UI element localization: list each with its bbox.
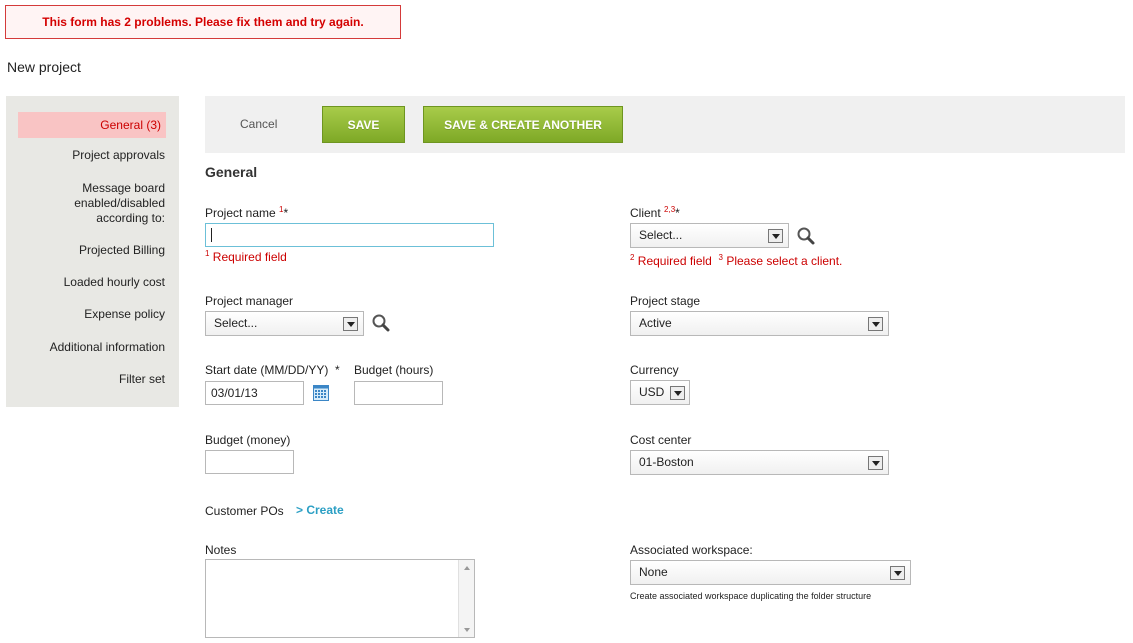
notes-textarea[interactable]: [205, 559, 475, 638]
budget-hours-input[interactable]: [354, 381, 443, 405]
project-manager-search-icon[interactable]: [371, 313, 391, 336]
create-customer-po-link[interactable]: > Create: [296, 503, 344, 517]
client-errors: 2 Required field 3 Please select a clien…: [630, 253, 843, 268]
form-toolbar: Cancel SAVE SAVE & CREATE ANOTHER: [205, 96, 1125, 153]
notes-scrollbar[interactable]: [458, 560, 474, 637]
project-stage-select[interactable]: Active: [630, 311, 889, 336]
sidebar-item-expense-policy[interactable]: Expense policy: [84, 307, 165, 322]
dropdown-arrow-icon: [343, 317, 358, 331]
project-stage-label: Project stage: [630, 294, 701, 308]
sidebar-item-additional-information[interactable]: Additional information: [50, 340, 165, 355]
sidebar-item-filter-set[interactable]: Filter set: [119, 372, 165, 387]
save-button[interactable]: SAVE: [322, 106, 405, 143]
required-asterisk: *: [283, 206, 289, 220]
text-cursor: [211, 228, 212, 242]
dropdown-arrow-icon: [670, 386, 685, 400]
client-error-marker: 2,3: [664, 205, 676, 214]
sidebar-item-projected-billing[interactable]: Projected Billing: [79, 243, 165, 258]
cost-center-label: Cost center: [630, 433, 692, 447]
budget-money-label: Budget (money): [205, 433, 291, 447]
cancel-link[interactable]: Cancel: [240, 117, 277, 131]
required-asterisk: *: [675, 206, 680, 220]
project-manager-select[interactable]: Select...: [205, 311, 364, 336]
page-title: New project: [7, 59, 81, 75]
client-select[interactable]: Select...: [630, 223, 789, 248]
sidebar-item-general[interactable]: General (3): [18, 112, 166, 138]
notes-label: Notes: [205, 543, 237, 557]
project-name-label: Project name 1*: [205, 205, 289, 220]
sidebar: General (3) Project approvals Message bo…: [6, 96, 179, 407]
save-and-create-another-button[interactable]: SAVE & CREATE ANOTHER: [423, 106, 623, 143]
workspace-select[interactable]: None: [630, 560, 911, 585]
customer-pos-label: Customer POs: [205, 504, 284, 518]
sidebar-item-message-board[interactable]: Message board enabled/disabled according…: [45, 181, 165, 226]
currency-select[interactable]: USD: [630, 380, 690, 405]
project-manager-label: Project manager: [205, 294, 294, 308]
project-name-error: 1 Required field: [205, 249, 287, 264]
dropdown-arrow-icon: [868, 317, 883, 331]
start-date-input[interactable]: 03/01/13: [205, 381, 304, 405]
start-date-label: Start date (MM/DD/YY) *: [205, 363, 340, 377]
workspace-hint: Create associated workspace duplicating …: [630, 591, 872, 601]
client-label: Client 2,3*: [630, 205, 680, 220]
workspace-label: Associated workspace:: [630, 543, 753, 557]
dropdown-arrow-icon: [868, 456, 883, 470]
dropdown-arrow-icon: [890, 566, 905, 580]
dropdown-arrow-icon: [768, 229, 783, 243]
calendar-icon[interactable]: [313, 385, 329, 404]
form-error-banner: This form has 2 problems. Please fix the…: [5, 5, 401, 39]
sidebar-item-project-approvals[interactable]: Project approvals: [72, 148, 165, 163]
client-search-icon[interactable]: [796, 226, 816, 249]
budget-money-input[interactable]: [205, 450, 294, 474]
cost-center-select[interactable]: 01-Boston: [630, 450, 889, 475]
budget-hours-label: Budget (hours): [354, 363, 434, 377]
section-title-general: General: [205, 164, 258, 180]
sidebar-item-loaded-hourly-cost[interactable]: Loaded hourly cost: [64, 275, 165, 290]
currency-label: Currency: [630, 363, 679, 377]
project-name-input[interactable]: [205, 223, 494, 247]
required-asterisk: *: [335, 363, 340, 377]
